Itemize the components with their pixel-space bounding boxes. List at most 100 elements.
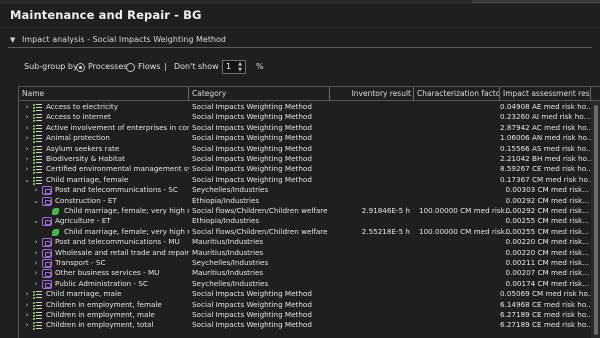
vertical-scrollbar[interactable] <box>591 101 600 338</box>
inventory-cell <box>332 268 412 278</box>
flows-radio[interactable] <box>126 63 135 72</box>
category-cell: Mauritius/Industries <box>192 268 264 278</box>
table-row[interactable]: ⌄ Agriculture - ET Ethiopia/Industries 0.00… <box>19 216 591 227</box>
chevron-right-icon[interactable]: › <box>23 310 31 320</box>
scrollbar-thumb[interactable] <box>594 105 598 335</box>
impact-cell: 0.00220 CM med risk... <box>505 237 590 247</box>
row-name: Child marriage, male <box>46 289 122 299</box>
characterization-cell <box>419 123 513 133</box>
impact-category-icon <box>33 134 43 143</box>
collapse-arrow-icon[interactable]: ▼ <box>10 36 15 44</box>
process-icon <box>42 269 52 279</box>
column-header-impact[interactable]: Impact assessment result <box>500 87 591 101</box>
row-name: Children in employment, male <box>46 310 155 319</box>
table-row[interactable]: › Asylum seekers rate Social Impacts Weigh… <box>19 144 591 154</box>
flows-label[interactable]: Flows <box>138 62 160 71</box>
subgroup-label: Sub-group by <box>24 62 78 71</box>
table-row[interactable]: › Wholesale and retail trade and repairs … <box>19 248 591 258</box>
chevron-down-icon[interactable]: ⌄ <box>32 216 40 226</box>
category-cell: Seychelles/Industries <box>192 185 269 195</box>
table-header: Name Category Inventory result Character… <box>19 87 600 101</box>
table-row[interactable]: › Children in employment, total Social Imp… <box>19 320 591 330</box>
chevron-right-icon[interactable]: › <box>23 112 31 122</box>
row-name: Child marriage, female; very high risk <box>64 226 189 236</box>
inventory-cell <box>332 237 412 247</box>
processes-radio[interactable] <box>76 63 85 72</box>
characterization-cell <box>419 237 513 247</box>
chevron-down-icon[interactable]: ⌄ <box>23 175 31 185</box>
characterization-cell <box>419 289 513 299</box>
percent-label: % <box>256 62 264 71</box>
column-header-inventory[interactable]: Inventory result <box>330 87 414 101</box>
table-row[interactable]: › Other business services - MU Mauritius/I… <box>19 268 591 279</box>
chevron-right-icon[interactable]: › <box>23 154 31 164</box>
table-row[interactable]: › Certified environmental management syst… <box>19 164 591 174</box>
table-row[interactable]: ⌄ Child marriage, female Social Impacts We… <box>19 175 591 185</box>
name-cell: › Other business services - MU <box>19 268 189 279</box>
characterization-cell <box>419 164 513 174</box>
table-row[interactable]: › Children in employment, female Social Im… <box>19 300 591 310</box>
table-row[interactable]: › Public Administration - SC Seychelles/In… <box>19 279 591 289</box>
chevron-right-icon[interactable]: › <box>23 144 31 154</box>
column-header-name[interactable]: Name <box>19 87 189 101</box>
chevron-right-icon[interactable]: › <box>23 123 31 133</box>
process-icon <box>42 259 52 268</box>
impact-cell: 8.59267 CE med risk ho... <box>500 164 591 174</box>
category-cell: Social flows/Children/Children welfare <box>192 206 328 215</box>
chevron-right-icon[interactable]: › <box>23 289 31 299</box>
characterization-cell <box>419 185 513 195</box>
chevron-right-icon[interactable]: › <box>23 164 31 174</box>
table-row[interactable]: › Transport - SC Seychelles/Industries 0.00… <box>19 258 591 268</box>
chevron-right-icon[interactable]: › <box>32 279 40 289</box>
chevron-right-icon[interactable]: › <box>23 102 31 112</box>
chevron-right-icon[interactable]: › <box>32 248 40 258</box>
chevron-right-icon[interactable]: › <box>23 300 31 310</box>
process-icon <box>42 279 52 289</box>
name-cell: Child marriage, female; very high risk <box>19 206 189 216</box>
dont-show-value[interactable]: 1 <box>226 62 231 71</box>
chevron-right-icon[interactable]: › <box>23 320 31 330</box>
table-row[interactable]: › Active involvement of enterprises in co… <box>19 123 591 133</box>
row-name: Wholesale and retail trade and repairs -… <box>55 247 189 257</box>
row-name: Active involvement of enterprises in cor… <box>46 122 189 132</box>
table-row[interactable]: ⌄ Construction - ET Ethiopia/Industries 0.0… <box>19 196 591 206</box>
processes-label[interactable]: Processes <box>88 62 127 71</box>
dont-show-spinner[interactable]: 1 ▲ ▼ <box>222 60 246 74</box>
table-row[interactable]: › Access to internet Social Impacts Weight… <box>19 112 591 122</box>
impact-analysis-section[interactable]: ▼ Impact analysis - Social Impacts Weigh… <box>8 34 592 48</box>
category-cell: Social Impacts Weighting Method <box>192 164 312 174</box>
impact-cell: 0.04908 AE med risk ho... <box>500 102 591 111</box>
row-name: Asylum seekers rate <box>46 143 120 153</box>
chevron-right-icon[interactable]: › <box>32 237 40 247</box>
table-row[interactable]: Child marriage, female; very high risk So… <box>19 206 591 216</box>
table-row[interactable]: › Post and telecommunications - MU Mauriti… <box>19 237 591 248</box>
table-row[interactable]: › Child marriage, male Social Impacts Weig… <box>19 289 591 299</box>
row-name: Children in employment, female <box>46 299 162 309</box>
table-row[interactable]: Child marriage, female; very high risk So… <box>19 227 591 237</box>
table-row[interactable]: › Animal protection Social Impacts Weighti… <box>19 133 591 143</box>
column-header-characterization[interactable]: Characterization factor <box>414 87 500 101</box>
spinner-arrows-icon[interactable]: ▲ ▼ <box>236 61 244 73</box>
chevron-right-icon[interactable]: › <box>32 268 40 278</box>
table-row[interactable]: › Biodiversity & Habitat Social Impacts We… <box>19 154 591 164</box>
chevron-right-icon[interactable]: › <box>32 185 40 195</box>
characterization-cell <box>419 154 513 164</box>
chevron-right-icon[interactable]: › <box>32 258 40 268</box>
chevron-down-icon[interactable]: ⌄ <box>32 196 40 206</box>
category-cell: Social Impacts Weighting Method <box>192 122 312 132</box>
row-name: Child marriage, female; very high risk <box>64 206 189 215</box>
characterization-cell <box>419 268 513 278</box>
impact-cell: 0.15566 AS med risk ho... <box>500 143 591 153</box>
inventory-cell <box>332 289 412 299</box>
table-row[interactable]: › Access to electricity Social Impacts Wei… <box>19 102 591 112</box>
table-row[interactable]: › Post and telecommunications - SC Seychel… <box>19 185 591 196</box>
process-icon <box>42 248 52 258</box>
process-icon <box>42 238 52 248</box>
table-row[interactable]: › Children in employment, male Social Impa… <box>19 310 591 320</box>
column-header-category[interactable]: Category <box>189 87 330 101</box>
row-name: Post and telecommunications - SC <box>55 185 178 195</box>
inventory-cell <box>332 123 412 133</box>
chevron-right-icon[interactable]: › <box>23 133 31 143</box>
characterization-cell <box>419 279 513 289</box>
impact-category-icon <box>33 176 43 185</box>
